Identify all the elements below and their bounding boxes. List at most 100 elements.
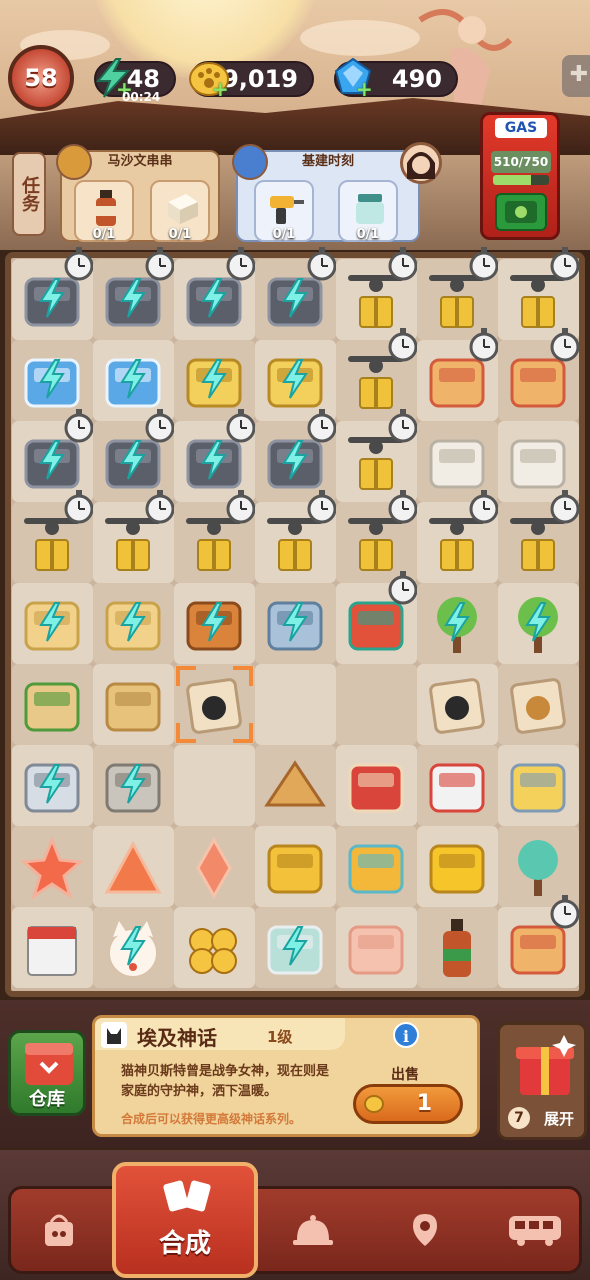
board-cell[interactable] bbox=[12, 247, 94, 340]
board-cell[interactable] bbox=[498, 583, 579, 664]
board-cell[interactable] bbox=[417, 907, 498, 988]
board-cell[interactable] bbox=[417, 745, 498, 826]
board-cell[interactable] bbox=[255, 907, 336, 988]
board-cell[interactable] bbox=[336, 907, 417, 988]
lion-tile-icon bbox=[510, 678, 566, 734]
energy-bolt-icon bbox=[120, 602, 146, 642]
stopwatch-icon bbox=[388, 571, 418, 605]
order-slot-count: 0/1 bbox=[272, 227, 296, 242]
stopwatch-icon bbox=[550, 490, 580, 524]
board-cell[interactable] bbox=[12, 664, 93, 745]
board-cell[interactable] bbox=[498, 745, 579, 826]
stopwatch-icon bbox=[388, 247, 418, 281]
paint-jar-icon bbox=[356, 194, 384, 224]
stopwatch-icon bbox=[226, 247, 256, 281]
nav-shop[interactable] bbox=[4, 1186, 114, 1274]
gas-pump[interactable]: GAS 510/750 bbox=[480, 112, 560, 240]
board-cell[interactable] bbox=[498, 328, 580, 421]
sell-value: 1 bbox=[416, 1091, 432, 1116]
board-cell[interactable] bbox=[12, 745, 93, 826]
gold-key-tray-icon bbox=[510, 763, 566, 813]
nav-bus[interactable] bbox=[480, 1186, 590, 1274]
stopwatch-icon bbox=[550, 247, 580, 281]
board-cell[interactable] bbox=[12, 826, 93, 907]
board-cell[interactable] bbox=[255, 745, 336, 826]
board-cell[interactable] bbox=[174, 247, 256, 340]
order-title: 马沙文串串 bbox=[107, 154, 173, 169]
board-cell[interactable] bbox=[255, 826, 336, 907]
energy-bolt-icon bbox=[39, 440, 65, 480]
energy-bolt-icon bbox=[39, 602, 65, 642]
board-cell[interactable] bbox=[12, 907, 93, 988]
gift-box-icon bbox=[516, 1035, 576, 1095]
gift-count: 7 bbox=[508, 1107, 530, 1129]
bonsai-tree-icon bbox=[518, 840, 558, 896]
board-cell[interactable] bbox=[417, 826, 498, 907]
board-cell[interactable] bbox=[336, 571, 418, 664]
info-icon[interactable]: i bbox=[393, 1022, 419, 1048]
board-cell[interactable] bbox=[498, 490, 580, 583]
gas-refill-button[interactable] bbox=[495, 193, 547, 231]
board-cell[interactable] bbox=[255, 583, 336, 664]
board-cell[interactable] bbox=[93, 826, 174, 907]
board-cell[interactable] bbox=[417, 328, 499, 421]
board-cell[interactable] bbox=[417, 490, 499, 583]
board-cell[interactable] bbox=[93, 583, 174, 664]
gold-bow-icon bbox=[267, 844, 323, 894]
board-cell[interactable] bbox=[93, 247, 175, 340]
energy-bolt-icon bbox=[120, 440, 146, 480]
empty-cell[interactable] bbox=[336, 664, 417, 745]
board-cell[interactable] bbox=[93, 907, 174, 988]
board-cell[interactable] bbox=[417, 583, 498, 664]
white-printer-icon bbox=[510, 439, 566, 489]
energy-bolt-icon bbox=[120, 926, 146, 966]
board-cell[interactable] bbox=[174, 664, 255, 745]
gift-box-button[interactable]: 7 展开 bbox=[497, 1022, 587, 1140]
board-cell[interactable] bbox=[93, 490, 175, 583]
board-cell[interactable] bbox=[174, 583, 255, 664]
gem-plus-icon[interactable]: + bbox=[356, 77, 373, 101]
coin-counter[interactable]: + 29,019 bbox=[189, 61, 314, 101]
nav-service[interactable] bbox=[258, 1186, 368, 1274]
board-cell[interactable] bbox=[417, 664, 498, 745]
order-card[interactable]: 基建时刻 0/1 0/1 bbox=[232, 144, 420, 242]
sell-button[interactable]: 1 bbox=[353, 1084, 463, 1124]
empty-cell[interactable] bbox=[174, 745, 255, 826]
board-cell[interactable] bbox=[93, 664, 174, 745]
coin-plus-icon[interactable]: + bbox=[212, 77, 229, 101]
customer-avatar[interactable] bbox=[400, 142, 442, 184]
board-cell[interactable] bbox=[336, 826, 417, 907]
board-cell[interactable] bbox=[498, 895, 580, 988]
board-cell[interactable] bbox=[174, 826, 255, 907]
stopwatch-icon bbox=[469, 490, 499, 524]
egyptian-cat-tile-icon bbox=[429, 678, 485, 734]
board-cell[interactable] bbox=[12, 490, 94, 583]
order-card[interactable]: 马沙文串串 0/1 0/1 bbox=[56, 144, 220, 242]
item-merge-hint: 合成后可以获得更高级神话系列。 bbox=[121, 1112, 302, 1126]
task-tab[interactable]: 任务 bbox=[12, 152, 46, 236]
energy-bolt-icon bbox=[120, 278, 146, 318]
gem-counter[interactable]: + 490 bbox=[334, 57, 458, 101]
order-slot-count: 0/1 bbox=[356, 227, 380, 242]
board-cell[interactable] bbox=[255, 490, 337, 583]
stopwatch-icon bbox=[145, 409, 175, 443]
warehouse-button[interactable]: 仓库 bbox=[8, 1030, 86, 1116]
board-cell[interactable] bbox=[93, 745, 174, 826]
bottom-nav: 合成 bbox=[0, 1150, 590, 1280]
player-level-badge[interactable]: 58 bbox=[8, 45, 74, 111]
board-cell[interactable] bbox=[255, 247, 337, 340]
empty-cell[interactable] bbox=[255, 664, 336, 745]
board-cell[interactable] bbox=[174, 907, 255, 988]
puzzle-piece-icon[interactable]: ✚ bbox=[562, 55, 590, 97]
gas-pump-progress bbox=[493, 175, 549, 185]
stopwatch-icon bbox=[145, 490, 175, 524]
nav-map[interactable] bbox=[370, 1186, 480, 1274]
nav-merge[interactable]: 合成 bbox=[112, 1162, 258, 1278]
board-cell[interactable] bbox=[498, 664, 579, 745]
board-cell[interactable] bbox=[174, 490, 256, 583]
board-cell[interactable] bbox=[336, 745, 417, 826]
board-cell[interactable] bbox=[12, 583, 93, 664]
energy-bolt-icon bbox=[282, 926, 308, 966]
energy-bolt-icon bbox=[201, 359, 227, 399]
tofu-icon bbox=[168, 194, 198, 224]
